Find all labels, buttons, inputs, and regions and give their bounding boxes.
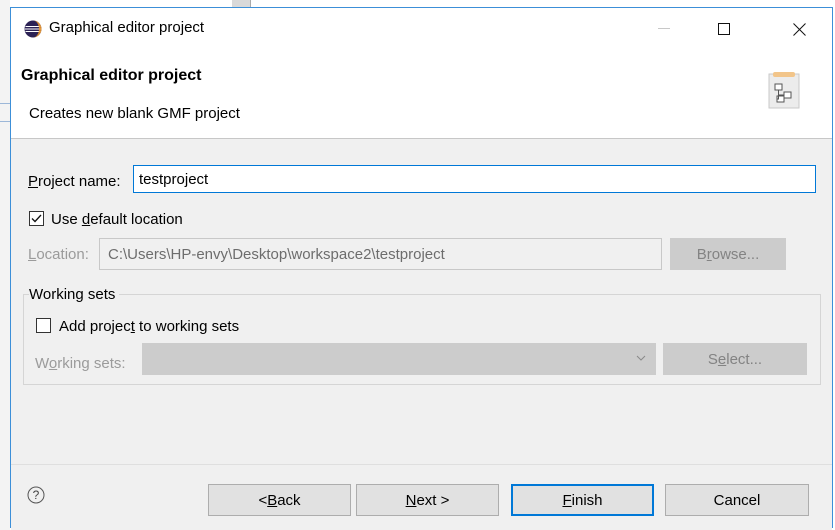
- next-button[interactable]: Next >: [356, 484, 499, 516]
- project-name-input[interactable]: [133, 165, 816, 193]
- wizard-button-bar: ? < Back Next > Finish Cancel: [11, 464, 832, 530]
- back-button[interactable]: < Back: [208, 484, 351, 516]
- cancel-button[interactable]: Cancel: [665, 484, 809, 516]
- wizard-header: Graphical editor project Creates new bla…: [11, 50, 832, 139]
- maximize-icon: [718, 23, 730, 35]
- checkmark-icon: [31, 214, 42, 223]
- finish-button[interactable]: Finish: [511, 484, 654, 516]
- minimize-icon: [658, 28, 670, 29]
- svg-text:?: ?: [33, 488, 40, 502]
- working-sets-label: Working sets:: [35, 355, 126, 372]
- window-title: Graphical editor project: [49, 19, 205, 36]
- location-input: C:\Users\HP-envy\Desktop\workspace2\test…: [99, 238, 662, 270]
- wizard-dialog: Graphical editor project Graphical edito…: [10, 7, 833, 530]
- add-to-working-sets-label[interactable]: Add project to working sets: [59, 318, 239, 335]
- background-divider: [0, 121, 10, 122]
- add-to-working-sets-checkbox[interactable]: [36, 318, 51, 333]
- wizard-body: Project name: Use default location Locat…: [11, 139, 832, 464]
- help-icon[interactable]: ?: [27, 486, 45, 504]
- use-default-location-checkbox[interactable]: [29, 211, 44, 226]
- browse-button: Br owse...: [670, 238, 786, 270]
- working-sets-group-title: Working sets: [29, 286, 120, 303]
- background-window-edge: [0, 0, 10, 530]
- select-button: Se lect...: [663, 343, 807, 375]
- close-icon: [792, 22, 806, 36]
- minimize-button[interactable]: [641, 8, 687, 50]
- title-bar: Graphical editor project: [11, 8, 832, 50]
- maximize-button[interactable]: [701, 8, 747, 50]
- background-divider: [0, 103, 10, 104]
- wizard-banner-icon: [768, 72, 800, 109]
- working-sets-combo: [142, 343, 656, 375]
- close-button[interactable]: [776, 8, 822, 50]
- project-name-label: Project name:: [28, 173, 121, 190]
- location-label: Location:: [28, 246, 89, 263]
- wizard-page-title: Graphical editor project: [21, 67, 202, 84]
- use-default-location-label[interactable]: Use default location: [51, 211, 183, 228]
- eclipse-icon: [24, 20, 42, 38]
- wizard-page-description: Creates new blank GMF project: [29, 105, 240, 122]
- chevron-down-icon: [636, 355, 646, 361]
